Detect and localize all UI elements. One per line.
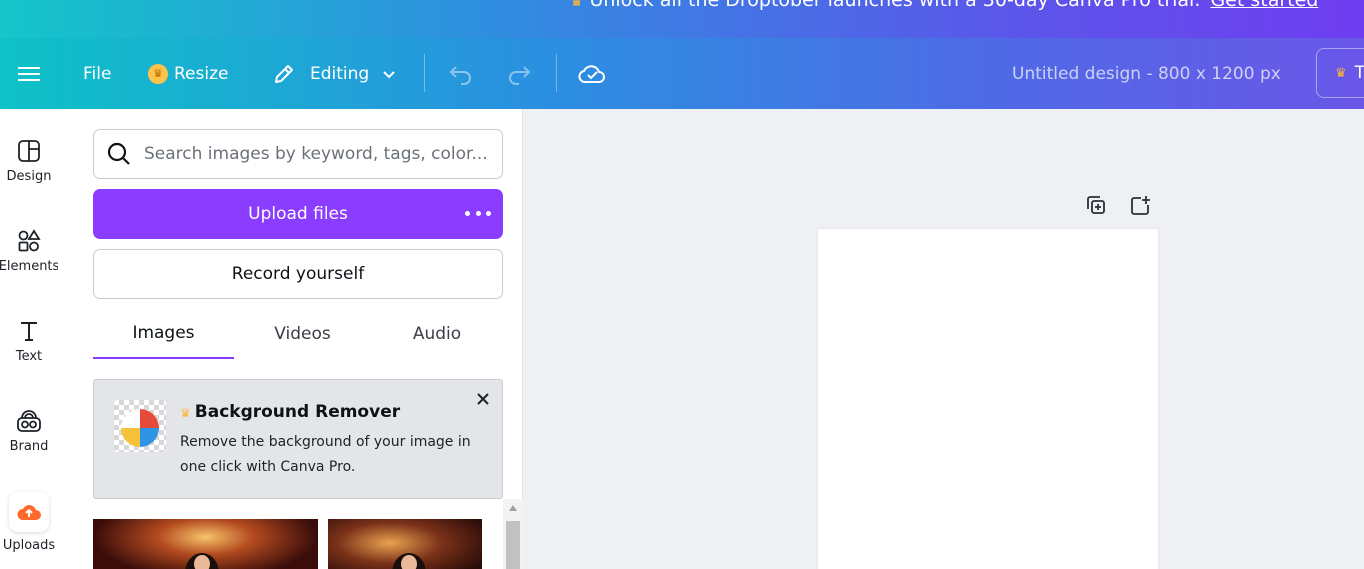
add-page-button[interactable] — [1128, 193, 1152, 217]
editing-label: Editing — [310, 63, 370, 84]
record-yourself-button[interactable]: Record yourself — [93, 249, 503, 299]
upload-files-button[interactable]: Upload files — [93, 189, 503, 239]
document-title[interactable]: Untitled design - 800 x 1200 px — [1012, 38, 1281, 109]
brand-icon — [17, 410, 41, 432]
image-thumbnail[interactable] — [93, 519, 318, 569]
close-icon[interactable] — [474, 390, 492, 408]
rail-item-design[interactable]: Design — [0, 139, 58, 184]
resize-button[interactable]: ♛ Resize — [148, 38, 228, 109]
duplicate-icon — [1087, 196, 1105, 214]
crown-icon: ♛ — [570, 0, 584, 10]
upload-cloud-icon — [9, 492, 49, 532]
scroll-thumb[interactable] — [506, 521, 520, 569]
crown-icon: ♛ — [180, 406, 191, 420]
try-pro-label: T — [1354, 63, 1364, 83]
hamburger-icon — [18, 63, 40, 85]
elements-icon — [18, 229, 41, 252]
crown-icon: ♛ — [148, 63, 168, 84]
get-started-link[interactable]: Get started — [1210, 0, 1318, 11]
canvas-area — [524, 109, 1364, 569]
scroll-up-icon[interactable] — [509, 505, 517, 511]
rail-item-uploads[interactable]: Uploads — [0, 492, 58, 553]
save-status-button[interactable] — [578, 38, 606, 109]
try-pro-button[interactable]: ♛ T — [1316, 48, 1364, 98]
card-title: Background Remover — [194, 402, 401, 422]
background-remover-card: ♛ Background Remover Remove the backgroun… — [93, 379, 503, 499]
rail-label: Design — [6, 169, 52, 184]
add-page-icon — [1131, 196, 1150, 215]
rail-label: Uploads — [2, 538, 56, 553]
pencil-icon — [275, 64, 293, 83]
editing-mode-button[interactable]: Editing — [272, 38, 411, 109]
undo-icon — [449, 65, 471, 85]
menu-button[interactable] — [18, 38, 40, 109]
undo-button[interactable] — [448, 38, 474, 109]
tab-images[interactable]: Images — [93, 309, 234, 359]
rail-item-elements[interactable]: Elements — [0, 229, 60, 274]
design-icon — [18, 140, 40, 162]
person-face — [401, 555, 417, 569]
card-description: Remove the background of your image in o… — [180, 434, 471, 475]
resize-label: Resize — [174, 63, 229, 84]
text-icon — [21, 322, 37, 341]
search-placeholder: Search images by keyword, tags, color... — [144, 144, 488, 164]
background-remover-thumbnail — [114, 400, 166, 452]
left-rail: Design Elements Text Brand Uploads — [0, 109, 60, 569]
more-options-icon[interactable] — [465, 203, 491, 223]
redo-button[interactable] — [506, 38, 532, 109]
toolbar-divider — [424, 54, 425, 92]
person-face — [194, 555, 210, 569]
crown-icon: ♛ — [1335, 65, 1347, 81]
rail-label: Brand — [9, 439, 49, 454]
rail-label: Elements — [0, 259, 60, 274]
redo-icon — [509, 65, 531, 85]
duplicate-page-button[interactable] — [1084, 193, 1108, 217]
search-icon — [107, 142, 130, 165]
promo-banner: ♛ Unlock all the Droptober launches with … — [0, 0, 1364, 38]
tab-videos[interactable]: Videos — [234, 309, 371, 359]
tab-audio[interactable]: Audio — [371, 309, 503, 359]
upload-files-label: Upload files — [248, 204, 348, 224]
chevron-down-icon — [383, 70, 395, 78]
cloud-check-icon — [578, 64, 605, 83]
rail-label: Text — [15, 349, 43, 364]
promo-message: Unlock all the Droptober launches with a… — [589, 0, 1201, 11]
media-tabs: Images Videos Audio — [93, 309, 503, 359]
uploads-panel: Search images by keyword, tags, color...… — [58, 109, 523, 569]
image-thumbnail[interactable] — [328, 519, 482, 569]
card-title-row: ♛ Background Remover — [180, 402, 400, 422]
rail-item-brand[interactable]: Brand — [0, 409, 58, 454]
toolbar-divider — [556, 54, 557, 92]
top-toolbar: File ♛ Resize Editing Untitled design - … — [0, 38, 1364, 109]
design-page[interactable] — [818, 229, 1158, 569]
search-input[interactable]: Search images by keyword, tags, color... — [93, 129, 503, 179]
promo-message-row: ♛ Unlock all the Droptober launches with … — [570, 0, 1318, 11]
rail-item-text[interactable]: Text — [0, 319, 58, 364]
panel-scrollbar[interactable] — [503, 499, 523, 569]
file-menu-button[interactable]: File — [83, 38, 111, 109]
